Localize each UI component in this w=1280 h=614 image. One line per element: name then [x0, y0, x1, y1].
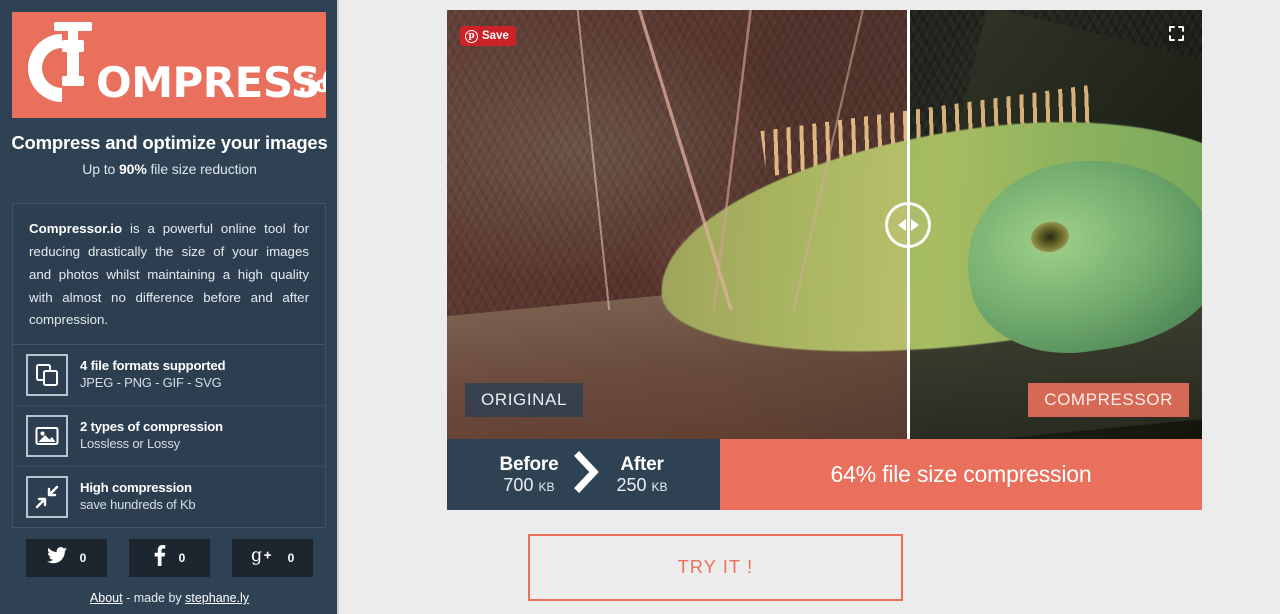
before-stat: Before 700 KB	[499, 454, 558, 495]
svg-text:g: g	[251, 546, 262, 565]
sidebar: OMPRESSOR .io Compress and optimize your…	[0, 0, 339, 614]
main-content: p Save ORIGINAL COMPRESSOR Before 700 KB…	[339, 0, 1280, 614]
copy-files-icon	[26, 354, 68, 396]
description-box: Compressor.io is a powerful online tool …	[12, 203, 326, 350]
author-link[interactable]: stephane.ly	[185, 591, 249, 605]
google-plus-share-button[interactable]: g 0	[232, 539, 313, 577]
page-root: OMPRESSOR .io Compress and optimize your…	[0, 0, 1280, 614]
chevron-right-icon	[910, 219, 919, 231]
stats-arrow-icon	[572, 451, 602, 498]
social-buttons: 0 0 g 0	[0, 539, 339, 577]
facebook-share-button[interactable]: 0	[129, 539, 210, 577]
subtagline: Up to 90% file size reduction	[0, 161, 339, 177]
image-comparison-stage[interactable]: p Save ORIGINAL COMPRESSOR	[447, 10, 1202, 439]
subtagline-percent: 90%	[118, 161, 147, 177]
clamp-icon	[22, 18, 106, 118]
feature-subtitle: Lossless or Lossy	[80, 436, 180, 452]
logo-wordmark: OMPRESSOR	[96, 58, 326, 107]
before-label: Before	[499, 453, 559, 475]
label-compressor: COMPRESSOR	[1028, 383, 1189, 417]
pinterest-save-label: Save	[482, 30, 509, 42]
compression-ratio-banner: 64% file size compression	[720, 439, 1202, 510]
pinterest-icon: p	[465, 29, 478, 43]
twitter-icon	[46, 547, 67, 569]
logo-tld: .io	[298, 72, 326, 98]
compress-arrows-icon	[26, 476, 68, 518]
features-list: 4 file formats supported JPEG - PNG - GI…	[12, 344, 326, 528]
after-value: 250 KB	[616, 475, 667, 495]
after-stat: After 250 KB	[616, 454, 667, 495]
footer: About - made by stephane.ly	[0, 591, 339, 605]
before-unit: KB	[538, 480, 555, 495]
description-brand: Compressor.io	[29, 221, 123, 236]
feature-item-formats: 4 file formats supported JPEG - PNG - GI…	[13, 345, 325, 406]
feature-item-high-compression: High compression save hundreds of Kb	[13, 467, 325, 527]
comparison-demo-panel: p Save ORIGINAL COMPRESSOR Before 700 KB…	[447, 10, 1202, 510]
comparison-slider-handle[interactable]	[885, 202, 931, 248]
after-unit: KB	[651, 480, 668, 495]
subtagline-prefix: Up to	[82, 161, 119, 177]
before-value: 700 KB	[499, 475, 558, 495]
feature-title: 2 types of compression	[80, 419, 223, 435]
footer-middle: - made by	[122, 591, 186, 605]
subtagline-suffix: file size reduction	[146, 161, 257, 177]
twitter-count: 0	[79, 551, 87, 565]
fullscreen-expand-icon	[1168, 25, 1184, 46]
facebook-icon	[154, 545, 166, 571]
pinterest-save-button[interactable]: p Save	[460, 26, 516, 46]
feature-subtitle: save hundreds of Kb	[80, 497, 196, 513]
feature-title: High compression	[80, 480, 192, 496]
size-stats: Before 700 KB After 250 KB	[447, 439, 720, 510]
after-label: After	[620, 453, 664, 475]
original-side-tint	[447, 10, 907, 439]
image-icon	[26, 415, 68, 457]
logo-banner[interactable]: OMPRESSOR .io	[12, 12, 326, 118]
facebook-count: 0	[178, 551, 186, 565]
feature-subtitle: JPEG - PNG - GIF - SVG	[80, 375, 222, 391]
twitter-share-button[interactable]: 0	[26, 539, 107, 577]
label-original: ORIGINAL	[465, 383, 584, 417]
before-number: 700	[503, 475, 534, 496]
feature-item-compression-types: 2 types of compression Lossless or Lossy	[13, 406, 325, 467]
try-it-button[interactable]: TRY IT !	[528, 534, 903, 601]
description-text: is a powerful online tool for reducing d…	[29, 221, 309, 328]
google-plus-icon: g	[251, 546, 275, 570]
about-link[interactable]: About	[90, 591, 123, 605]
chevron-left-icon	[897, 219, 906, 231]
feature-title: 4 file formats supported	[80, 358, 226, 374]
stats-bar: Before 700 KB After 250 KB 64% file size…	[447, 439, 1202, 510]
google-plus-count: 0	[287, 551, 295, 565]
fullscreen-button[interactable]	[1163, 23, 1189, 49]
after-number: 250	[616, 475, 647, 496]
tagline: Compress and optimize your images	[11, 132, 328, 153]
